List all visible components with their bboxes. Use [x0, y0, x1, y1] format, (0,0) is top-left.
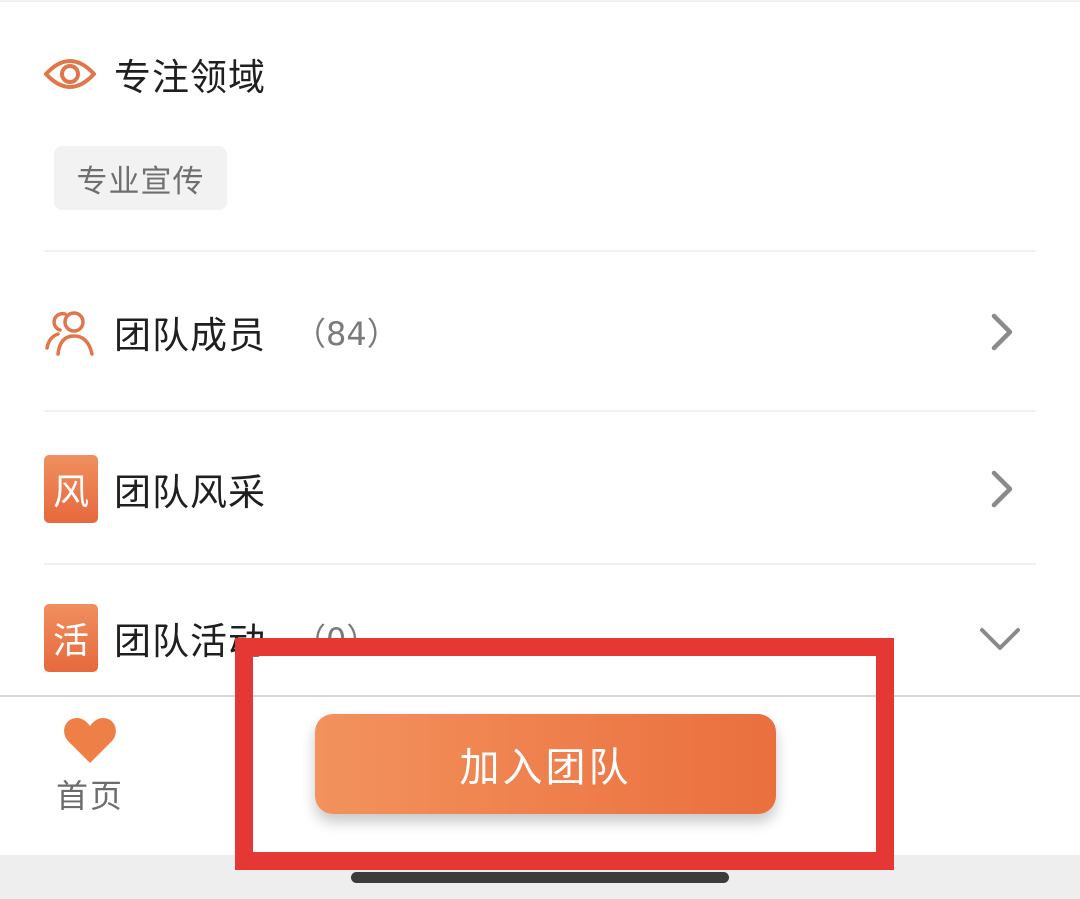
bottom-bar: 首页 加入团队: [0, 695, 1080, 855]
activity-count: （0）: [294, 621, 379, 659]
row-label: 团队风采: [114, 471, 266, 514]
focus-tag: 专业宣传: [54, 146, 227, 210]
chevron-right-icon[interactable]: [982, 467, 1022, 511]
row-team-members[interactable]: 团队成员 （84）: [44, 286, 1036, 378]
activity-badge-icon: 活: [44, 604, 98, 672]
row-label: 团队成员: [114, 314, 266, 357]
divider: [44, 250, 1036, 252]
top-divider: [0, 0, 1080, 2]
style-badge-icon: 风: [44, 455, 98, 523]
tab-home-label: 首页: [56, 777, 125, 815]
member-count: （84）: [294, 315, 399, 353]
home-indicator: [351, 872, 729, 883]
eye-icon: [44, 54, 96, 94]
focus-title: 专注领域: [114, 56, 266, 99]
people-icon: [44, 304, 98, 360]
divider: [44, 563, 1036, 565]
chevron-right-icon[interactable]: [982, 310, 1022, 354]
row-label: 团队活动: [114, 620, 266, 663]
tab-home[interactable]: 首页: [56, 715, 124, 817]
divider: [44, 410, 1036, 412]
row-team-style[interactable]: 风 团队风采: [44, 443, 1036, 535]
heart-icon: [62, 715, 118, 765]
chevron-down-icon[interactable]: [978, 616, 1022, 660]
focus-section-header: 专注领域: [44, 46, 266, 102]
join-team-button[interactable]: 加入团队: [315, 714, 776, 814]
row-team-activities[interactable]: 活 团队活动 （0）: [44, 592, 1036, 684]
